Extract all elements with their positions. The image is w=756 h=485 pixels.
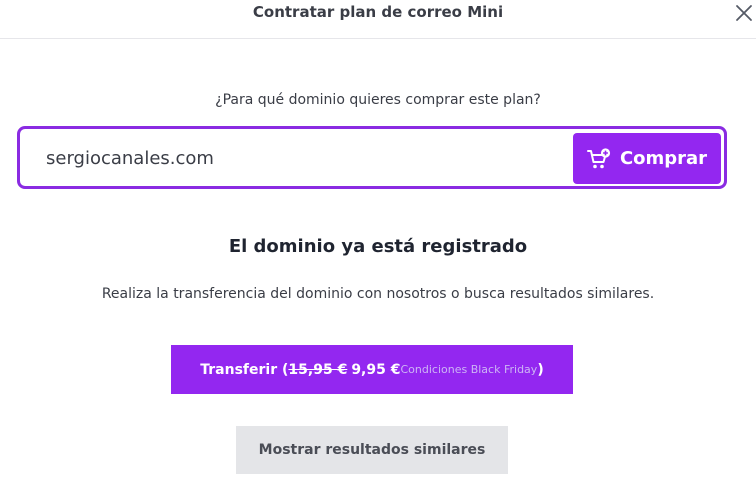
show-similar-label: Mostrar resultados similares (258, 442, 486, 458)
cart-plus-icon (586, 147, 611, 168)
new-price: 9,95 € (351, 361, 401, 378)
buy-button-label: Comprar (619, 148, 708, 169)
close-button[interactable] (733, 2, 755, 24)
domain-question: ¿Para qué dominio quieres comprar este p… (215, 92, 541, 108)
promo-text: Condiciones Black Friday (400, 363, 538, 376)
buy-button[interactable]: Comprar (573, 133, 721, 184)
modal-header: Contratar plan de correo Mini (0, 0, 756, 39)
transfer-label: Transferir ( (200, 361, 289, 378)
modal-title: Contratar plan de correo Mini (252, 3, 504, 21)
old-price: 15,95 € (288, 361, 348, 378)
transfer-close-paren: ) (537, 361, 544, 378)
close-icon (736, 5, 752, 21)
status-title: El dominio ya está registrado (228, 236, 528, 257)
domain-input[interactable] (46, 143, 566, 173)
status-description: Realiza la transferencia del dominio con… (101, 286, 655, 302)
transfer-button[interactable]: Transferir (15,95 €9,95 € Condiciones Bla… (171, 345, 573, 394)
show-similar-button[interactable]: Mostrar resultados similares (236, 426, 508, 474)
domain-search-box: Comprar (17, 126, 727, 189)
